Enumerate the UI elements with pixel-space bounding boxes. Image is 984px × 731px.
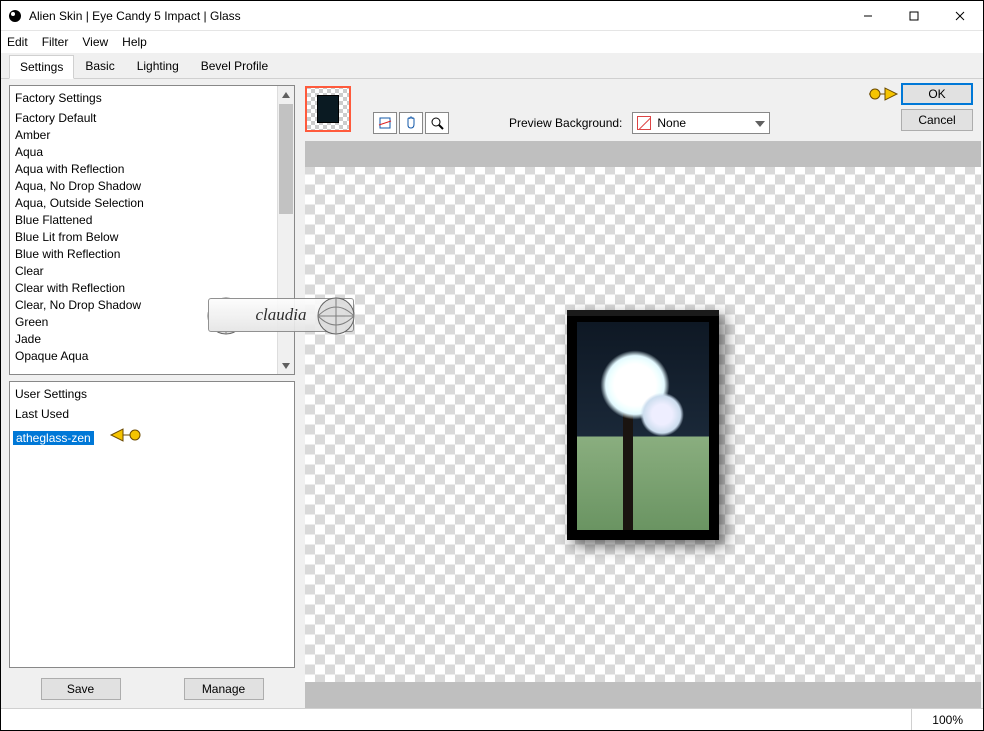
preview-canvas-border — [305, 141, 981, 708]
ok-button[interactable]: OK — [901, 83, 973, 105]
preview-bg-label: Preview Background: — [509, 116, 622, 130]
tab-bevel-profile[interactable]: Bevel Profile — [190, 54, 279, 78]
list-item-last-used[interactable]: Last Used — [13, 405, 291, 422]
scroll-down-icon[interactable] — [278, 357, 294, 374]
pointer-hand-icon — [867, 84, 903, 107]
window-controls — [845, 1, 983, 30]
list-item[interactable]: Blue Flattened — [13, 211, 291, 228]
preview-thumbnail[interactable] — [305, 86, 351, 132]
settings-panel: Factory Settings Factory Default Amber A… — [1, 79, 303, 708]
preview-tool-icons — [373, 112, 449, 134]
menu-filter[interactable]: Filter — [42, 35, 69, 49]
scroll-thumb[interactable] — [279, 104, 293, 214]
menu-bar: Edit Filter View Help — [1, 31, 983, 53]
list-item[interactable]: Amber — [13, 126, 291, 143]
scroll-up-icon[interactable] — [278, 86, 294, 103]
menu-view[interactable]: View — [82, 35, 108, 49]
status-bar: 100% — [1, 708, 983, 730]
tab-basic[interactable]: Basic — [74, 54, 125, 78]
list-item[interactable]: Clear — [13, 262, 291, 279]
list-item[interactable]: Clear, No Drop Shadow — [13, 296, 291, 313]
list-item[interactable]: Aqua, Outside Selection — [13, 194, 291, 211]
thumbnail-strip — [303, 81, 351, 137]
tab-settings[interactable]: Settings — [9, 55, 74, 79]
preview-image-frame — [567, 310, 719, 540]
dialog-buttons: OK Cancel — [901, 83, 973, 131]
window-title: Alien Skin | Eye Candy 5 Impact | Glass — [29, 9, 845, 23]
list-item[interactable]: Blue with Reflection — [13, 245, 291, 262]
list-item[interactable]: Clear with Reflection — [13, 279, 291, 296]
factory-settings-list[interactable]: Factory Settings Factory Default Amber A… — [9, 85, 295, 375]
user-settings-header: User Settings — [13, 385, 291, 405]
preview-panel: Preview Background: None OK Cancel — [303, 79, 983, 708]
user-settings-list[interactable]: User Settings Last Used atheglass-zen — [9, 381, 295, 668]
content-area: Factory Settings Factory Default Amber A… — [1, 79, 983, 708]
crop-tool-icon[interactable] — [373, 112, 397, 134]
plugin-dialog-window: Alien Skin | Eye Candy 5 Impact | Glass … — [0, 0, 984, 731]
hand-tool-icon[interactable] — [399, 112, 423, 134]
list-item[interactable]: Aqua with Reflection — [13, 160, 291, 177]
zoom-readout: 100% — [911, 709, 983, 730]
factory-scrollbar[interactable] — [277, 86, 294, 374]
preview-canvas[interactable] — [305, 167, 981, 682]
cancel-button[interactable]: Cancel — [901, 109, 973, 131]
none-swatch-icon — [637, 116, 651, 130]
preview-bg-value: None — [657, 116, 686, 130]
list-item[interactable]: Aqua — [13, 143, 291, 160]
manage-button[interactable]: Manage — [184, 678, 264, 700]
list-item[interactable]: Factory Default — [13, 109, 291, 126]
settings-buttons: Save Manage — [9, 674, 295, 700]
preview-bg-select[interactable]: None — [632, 112, 770, 134]
list-item[interactable]: Blue Lit from Below — [13, 228, 291, 245]
close-button[interactable] — [937, 1, 983, 30]
preview-toolbar: Preview Background: None OK Cancel — [303, 79, 983, 139]
minimize-button[interactable] — [845, 1, 891, 30]
tab-lighting[interactable]: Lighting — [126, 54, 190, 78]
maximize-button[interactable] — [891, 1, 937, 30]
menu-edit[interactable]: Edit — [7, 35, 28, 49]
list-item[interactable]: Opaque Aqua — [13, 347, 291, 364]
list-item[interactable]: Aqua, No Drop Shadow — [13, 177, 291, 194]
save-button[interactable]: Save — [41, 678, 121, 700]
title-bar[interactable]: Alien Skin | Eye Candy 5 Impact | Glass — [1, 1, 983, 31]
tab-strip: Settings Basic Lighting Bevel Profile — [1, 53, 983, 79]
menu-help[interactable]: Help — [122, 35, 147, 49]
chevron-down-icon — [755, 117, 765, 129]
factory-settings-header: Factory Settings — [13, 89, 291, 109]
list-item[interactable]: Jade — [13, 330, 291, 347]
pointer-hand-icon — [109, 434, 145, 448]
list-item[interactable]: Green — [13, 313, 291, 330]
app-icon — [9, 10, 21, 22]
preview-image — [577, 322, 709, 530]
zoom-tool-icon[interactable] — [425, 112, 449, 134]
list-item-atheglass-zen[interactable]: atheglass-zen — [13, 431, 94, 445]
